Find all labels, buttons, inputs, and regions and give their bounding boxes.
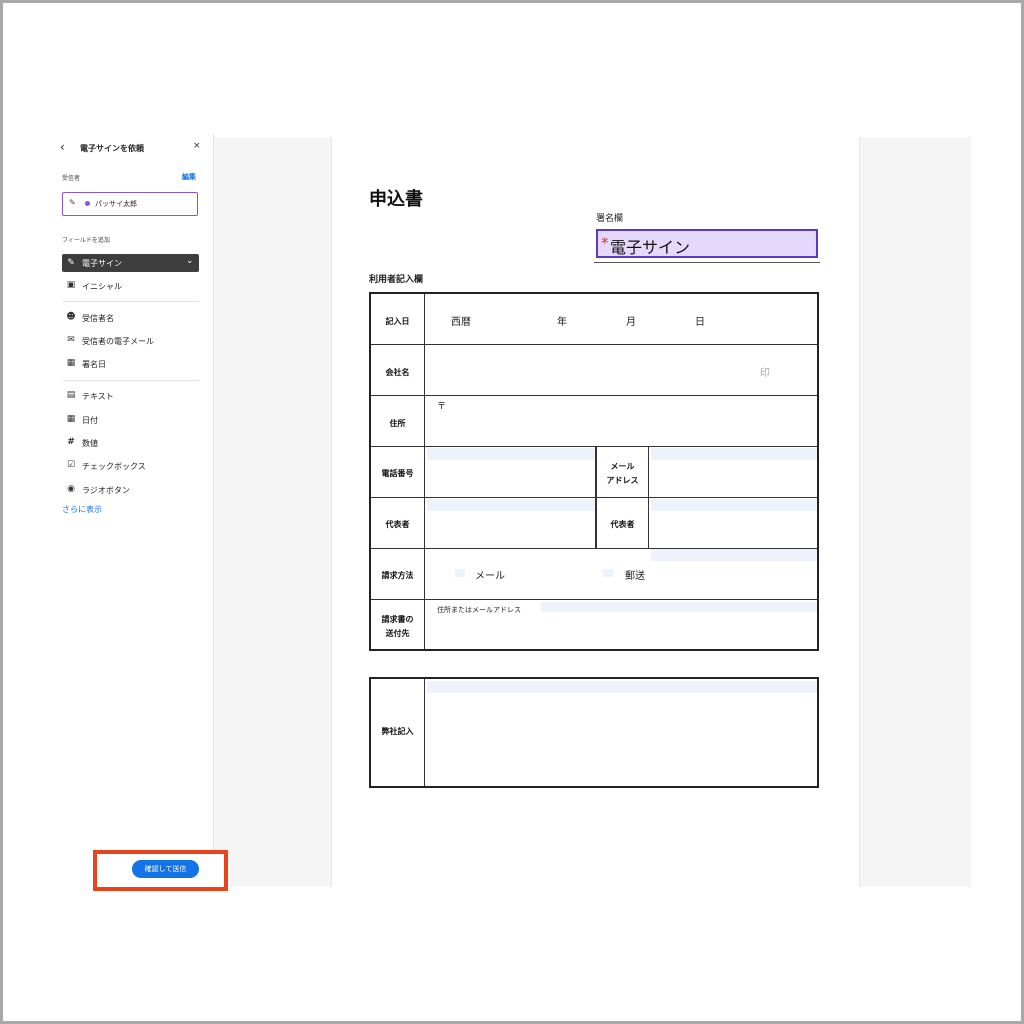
column-divider <box>424 294 425 649</box>
section-label: 利用者記入欄 <box>369 275 424 285</box>
signature-field-label: 電子サイン <box>82 259 122 268</box>
label-mail-address-2: アドレス <box>606 476 639 485</box>
row-divider <box>371 548 817 549</box>
label-address: 住所 <box>389 419 406 428</box>
calendar-icon: ▦ <box>66 414 76 424</box>
mail-icon: ✉ <box>67 335 75 345</box>
invoice-dest-hint: 住所またはメールアドレス <box>437 606 521 614</box>
signature-field-text: 電子サイン <box>610 238 691 257</box>
dest-input-fill[interactable] <box>541 602 817 612</box>
field-number[interactable]: 数値 <box>82 438 98 449</box>
office-use-table: 弊社記入 <box>369 677 819 788</box>
era-text: 西暦 <box>451 317 471 328</box>
recipients-label: 受信者 <box>62 175 81 182</box>
chevron-down-icon: ⌄ <box>186 256 194 266</box>
signature-icon: ✎ <box>67 258 75 268</box>
required-mark: * <box>601 234 609 252</box>
postal-mark: 〒 <box>437 402 447 412</box>
pen-icon: ✎ <box>69 198 76 207</box>
label-invoice-dest-1: 請求書の <box>381 615 414 624</box>
billing-post-option[interactable]: 郵送 <box>625 567 645 582</box>
panel-title: 電子サインを依頼 <box>80 144 144 153</box>
label-entry-date: 記入日 <box>385 317 410 326</box>
post-radio-fill[interactable] <box>603 569 613 577</box>
label-mail-address-1: メール <box>610 462 635 471</box>
year-text: 年 <box>557 317 567 328</box>
confirm-send-button[interactable]: 確認して送信 <box>132 860 199 878</box>
recipient-color-dot <box>85 201 90 206</box>
label-billing-method: 請求方法 <box>381 571 414 580</box>
show-more-link[interactable]: さらに表示 <box>62 504 102 515</box>
row-divider <box>371 344 817 345</box>
phone-input-fill[interactable] <box>427 448 596 460</box>
label-representative-2: 代表者 <box>610 520 635 529</box>
recipient-chip[interactable]: ✎ パッサイ太郎 <box>62 192 198 216</box>
person-icon: ☻ <box>66 312 76 322</box>
label-representative: 代表者 <box>385 520 410 529</box>
user-entry-table: 記入日 西暦 年 月 日 会社名 印 住所 〒 電話番号 メール アドレス 代表… <box>369 292 819 651</box>
hash-icon: # <box>67 437 75 447</box>
mail-radio-fill[interactable] <box>455 569 465 577</box>
add-field-label: フィールドを追加 <box>62 237 110 244</box>
row-divider <box>371 446 817 447</box>
day-text: 日 <box>695 317 705 328</box>
row-divider <box>371 497 817 498</box>
signature-label: 署名欄 <box>596 214 624 224</box>
field-text[interactable]: テキスト <box>82 391 114 402</box>
column-divider <box>424 679 425 786</box>
divider <box>63 380 199 381</box>
close-icon[interactable]: × <box>193 141 201 151</box>
billing-mail-option[interactable]: メール <box>475 567 505 582</box>
label-invoice-dest-2: 送付先 <box>385 629 410 638</box>
recipient-name: パッサイ太郎 <box>95 200 137 208</box>
signature-field[interactable]: * 電子サイン <box>596 229 818 258</box>
field-checkbox[interactable]: チェックボックス <box>82 461 146 472</box>
label-office-use: 弊社記入 <box>381 727 414 736</box>
radio-icon: ◉ <box>67 484 75 494</box>
label-phone: 電話番号 <box>381 469 414 478</box>
field-sign-date[interactable]: 署名日 <box>82 359 106 370</box>
signature-field-item[interactable]: ✎ 電子サイン ⌄ <box>62 254 199 272</box>
text-field-icon: ▤ <box>66 390 76 400</box>
calendar-sign-icon: ▦ <box>66 358 76 368</box>
divider <box>63 301 199 302</box>
billing-input-fill[interactable] <box>651 549 817 561</box>
field-recipient-email[interactable]: 受信者の電子メール <box>82 336 154 347</box>
rep2-input-fill[interactable] <box>651 499 817 511</box>
field-date[interactable]: 日付 <box>82 415 98 426</box>
checkbox-icon: ☑ <box>66 460 76 470</box>
field-recipient-name[interactable]: 受信者名 <box>82 313 114 324</box>
field-initial[interactable]: イニシャル <box>82 281 122 292</box>
signature-underline <box>594 262 820 263</box>
office-use-fill[interactable] <box>427 681 817 693</box>
request-signature-panel: ‹ 電子サインを依頼 × 受信者 編集 ✎ パッサイ太郎 フィールドを追加 ✎ … <box>53 134 214 888</box>
back-icon[interactable]: ‹ <box>60 140 65 154</box>
initial-icon: ▣ <box>66 280 76 290</box>
field-radio[interactable]: ラジオボタン <box>82 485 130 496</box>
document-title: 申込書 <box>369 189 423 210</box>
row-divider <box>371 395 817 396</box>
month-text: 月 <box>626 317 636 328</box>
rep-input-fill[interactable] <box>427 499 596 511</box>
row-divider <box>371 599 817 600</box>
seal-mark: 印 <box>760 368 770 379</box>
edit-link[interactable]: 編集 <box>182 172 196 182</box>
label-company: 会社名 <box>385 368 410 377</box>
mail-input-fill[interactable] <box>651 448 817 460</box>
column-divider <box>648 446 649 548</box>
